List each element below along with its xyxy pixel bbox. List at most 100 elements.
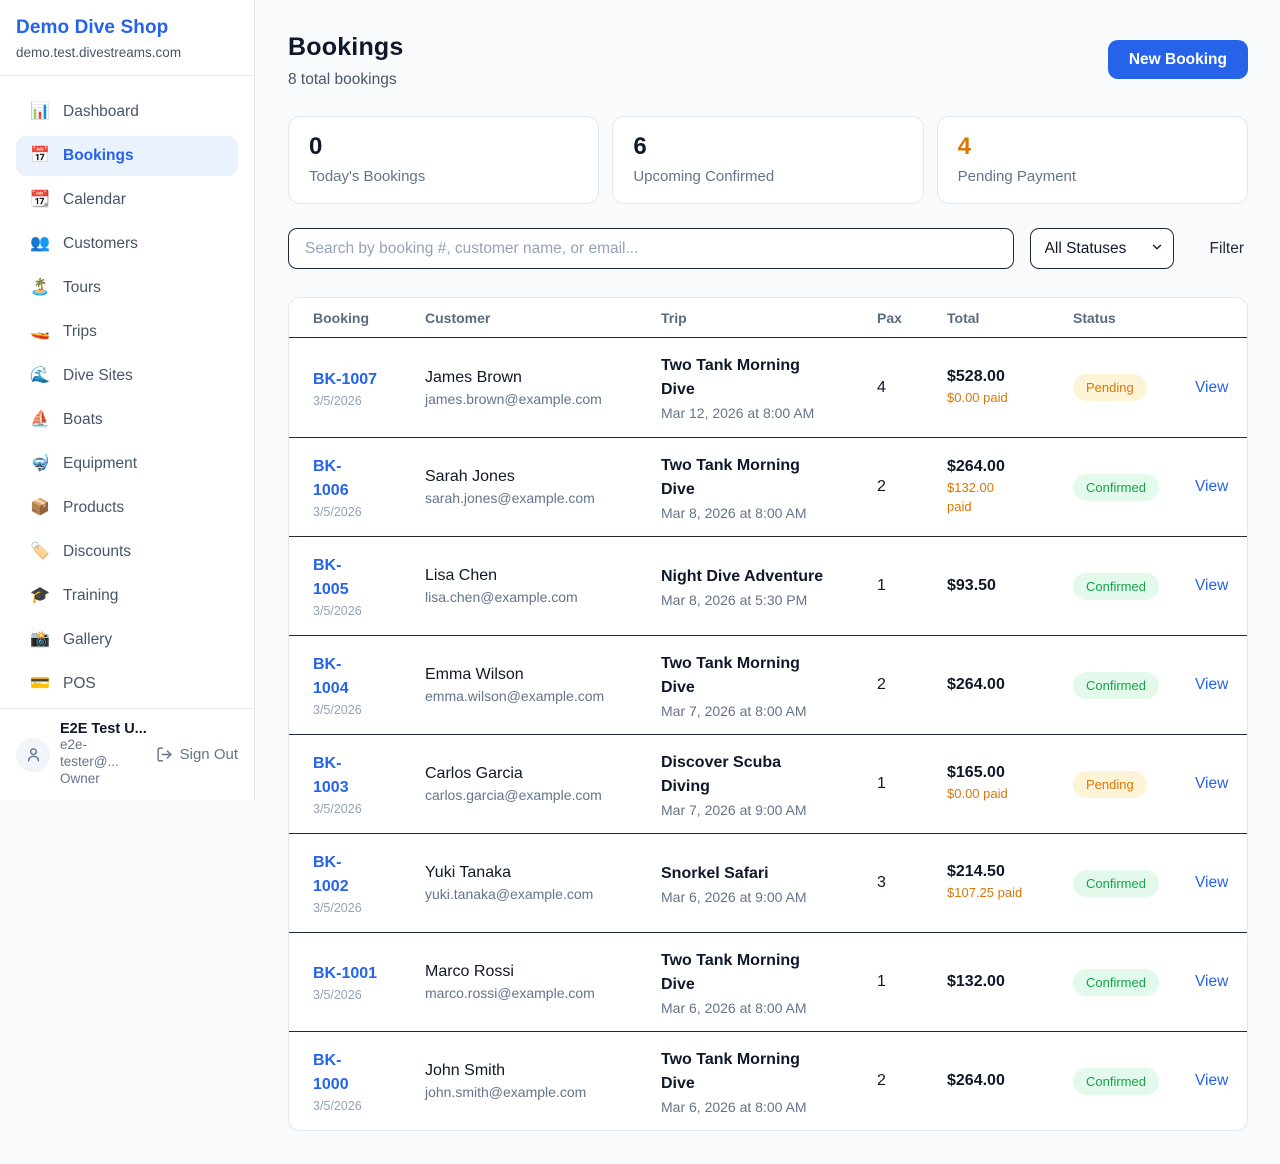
sign-out-button[interactable]: Sign Out bbox=[156, 746, 238, 763]
customer-cell: Lisa Chen lisa.chen@example.com bbox=[425, 567, 661, 605]
sidebar-item-gallery[interactable]: 📸 Gallery bbox=[16, 620, 238, 660]
status-cell: Confirmed bbox=[1073, 573, 1195, 600]
view-link[interactable]: View bbox=[1195, 775, 1228, 792]
booking-id-link[interactable]: BK- 1003 bbox=[313, 752, 349, 800]
booking-cell: BK-1001 3/5/2026 bbox=[313, 962, 425, 1002]
new-booking-button[interactable]: New Booking bbox=[1108, 40, 1248, 79]
booking-cell: BK- 1003 3/5/2026 bbox=[313, 752, 425, 816]
trip-name: Two Tank Morning Dive bbox=[661, 354, 877, 402]
booking-id-link[interactable]: BK- 1002 bbox=[313, 851, 349, 899]
booking-cell: BK- 1006 3/5/2026 bbox=[313, 455, 425, 519]
sidebar-item-pos[interactable]: 💳 POS bbox=[16, 664, 238, 704]
total-amount: $132.00 bbox=[947, 973, 1073, 991]
filter-button[interactable]: Filter bbox=[1206, 240, 1248, 258]
booking-cell: BK- 1002 3/5/2026 bbox=[313, 851, 425, 915]
table-row: BK- 1006 3/5/2026 Sarah Jones sarah.jone… bbox=[289, 437, 1247, 536]
pax-value: 2 bbox=[877, 478, 947, 496]
view-link[interactable]: View bbox=[1195, 478, 1228, 495]
sidebar-item-calendar[interactable]: 📆 Calendar bbox=[16, 180, 238, 220]
trip-datetime: Mar 12, 2026 at 8:00 AM bbox=[661, 405, 877, 421]
total-cell: $264.00 $132.00 paid bbox=[947, 458, 1073, 515]
sidebar-item-discounts[interactable]: 🏷️ Discounts bbox=[16, 532, 238, 572]
booking-date: 3/5/2026 bbox=[313, 604, 425, 618]
status-cell: Confirmed bbox=[1073, 969, 1195, 996]
view-cell: View bbox=[1195, 379, 1225, 397]
user-email: e2e-tester@... bbox=[60, 737, 146, 771]
view-link[interactable]: View bbox=[1195, 379, 1228, 396]
sidebar-item-label: Calendar bbox=[63, 191, 126, 209]
sidebar-item-equipment[interactable]: 🤿 Equipment bbox=[16, 444, 238, 484]
total-cell: $528.00 $0.00 paid bbox=[947, 368, 1073, 407]
total-cell: $165.00 $0.00 paid bbox=[947, 764, 1073, 803]
view-link[interactable]: View bbox=[1195, 676, 1228, 693]
total-amount: $93.50 bbox=[947, 577, 1073, 595]
sidebar-item-boats[interactable]: ⛵ Boats bbox=[16, 400, 238, 440]
view-link[interactable]: View bbox=[1195, 577, 1228, 594]
customer-email: sarah.jones@example.com bbox=[425, 490, 661, 506]
trip-datetime: Mar 6, 2026 at 8:00 AM bbox=[661, 1099, 877, 1115]
paid-amount: $107.25 paid bbox=[947, 884, 1073, 902]
table-row: BK-1007 3/5/2026 James Brown james.brown… bbox=[289, 338, 1247, 437]
view-link[interactable]: View bbox=[1195, 1072, 1228, 1089]
status-filter-select[interactable]: All Statuses bbox=[1030, 228, 1174, 269]
column-header-booking: Booking bbox=[313, 310, 425, 326]
wave-icon: 🌊 bbox=[30, 368, 50, 384]
trip-cell: Snorkel Safari Mar 6, 2026 at 9:00 AM bbox=[661, 862, 877, 905]
sidebar-item-customers[interactable]: 👥 Customers bbox=[16, 224, 238, 264]
total-amount: $264.00 bbox=[947, 676, 1073, 694]
trip-name: Snorkel Safari bbox=[661, 862, 877, 886]
sidebar-item-bookings[interactable]: 📅 Bookings bbox=[16, 136, 238, 176]
status-filter: All Statuses bbox=[1030, 228, 1174, 269]
sidebar-item-label: Dashboard bbox=[63, 103, 139, 121]
stat-value: 6 bbox=[633, 133, 902, 161]
trip-datetime: Mar 7, 2026 at 9:00 AM bbox=[661, 802, 877, 818]
brand: Demo Dive Shop demo.test.divestreams.com bbox=[0, 0, 254, 76]
diving-mask-icon: 🤿 bbox=[30, 456, 50, 472]
pax-value: 3 bbox=[877, 874, 947, 892]
booking-id-link[interactable]: BK-1001 bbox=[313, 962, 377, 986]
user-name: E2E Test U... bbox=[60, 721, 146, 737]
booking-id-link[interactable]: BK- 1004 bbox=[313, 653, 349, 701]
table-row: BK- 1003 3/5/2026 Carlos Garcia carlos.g… bbox=[289, 734, 1247, 833]
booking-id-link[interactable]: BK-1007 bbox=[313, 368, 377, 392]
sidebar-item-training[interactable]: 🎓 Training bbox=[16, 576, 238, 616]
shop-name: Demo Dive Shop bbox=[16, 17, 238, 39]
trip-datetime: Mar 8, 2026 at 8:00 AM bbox=[661, 505, 877, 521]
view-link[interactable]: View bbox=[1195, 973, 1228, 990]
stat-card: 4 Pending Payment bbox=[937, 116, 1248, 204]
booking-id-link[interactable]: BK- 1000 bbox=[313, 1049, 349, 1097]
main-content: Bookings 8 total bookings New Booking 0 … bbox=[255, 0, 1280, 1164]
sidebar-item-label: Tours bbox=[63, 279, 101, 297]
customer-email: marco.rossi@example.com bbox=[425, 985, 661, 1001]
sidebar-item-label: Gallery bbox=[63, 631, 112, 649]
sidebar-item-tours[interactable]: 🏝️ Tours bbox=[16, 268, 238, 308]
view-cell: View bbox=[1195, 973, 1225, 991]
stat-label: Upcoming Confirmed bbox=[633, 168, 902, 185]
sidebar-item-trips[interactable]: 🚤 Trips bbox=[16, 312, 238, 352]
sidebar-item-dashboard[interactable]: 📊 Dashboard bbox=[16, 92, 238, 132]
sidebar-item-label: Customers bbox=[63, 235, 138, 253]
booking-id-link[interactable]: BK- 1006 bbox=[313, 455, 349, 503]
trip-datetime: Mar 6, 2026 at 9:00 AM bbox=[661, 889, 877, 905]
booking-id-link[interactable]: BK- 1005 bbox=[313, 554, 349, 602]
view-link[interactable]: View bbox=[1195, 874, 1228, 891]
sidebar-item-label: Dive Sites bbox=[63, 367, 133, 385]
customer-cell: James Brown james.brown@example.com bbox=[425, 369, 661, 407]
paid-amount: $132.00 paid bbox=[947, 479, 1073, 515]
status-cell: Confirmed bbox=[1073, 1068, 1195, 1095]
sidebar-item-products[interactable]: 📦 Products bbox=[16, 488, 238, 528]
paid-amount: $0.00 paid bbox=[947, 785, 1073, 803]
search-input[interactable] bbox=[288, 228, 1014, 269]
status-badge: Pending bbox=[1073, 374, 1147, 401]
customer-email: yuki.tanaka@example.com bbox=[425, 886, 661, 902]
sidebar-item-dive-sites[interactable]: 🌊 Dive Sites bbox=[16, 356, 238, 396]
island-icon: 🏝️ bbox=[30, 280, 50, 296]
stat-label: Today's Bookings bbox=[309, 168, 578, 185]
total-cell: $264.00 bbox=[947, 1072, 1073, 1090]
customer-name: Emma Wilson bbox=[425, 666, 661, 684]
table-header-row: Booking Customer Trip Pax Total Status bbox=[289, 298, 1247, 338]
status-badge: Confirmed bbox=[1073, 1068, 1159, 1095]
customer-email: john.smith@example.com bbox=[425, 1084, 661, 1100]
table-row: BK- 1002 3/5/2026 Yuki Tanaka yuki.tanak… bbox=[289, 833, 1247, 932]
total-amount: $165.00 bbox=[947, 764, 1073, 782]
